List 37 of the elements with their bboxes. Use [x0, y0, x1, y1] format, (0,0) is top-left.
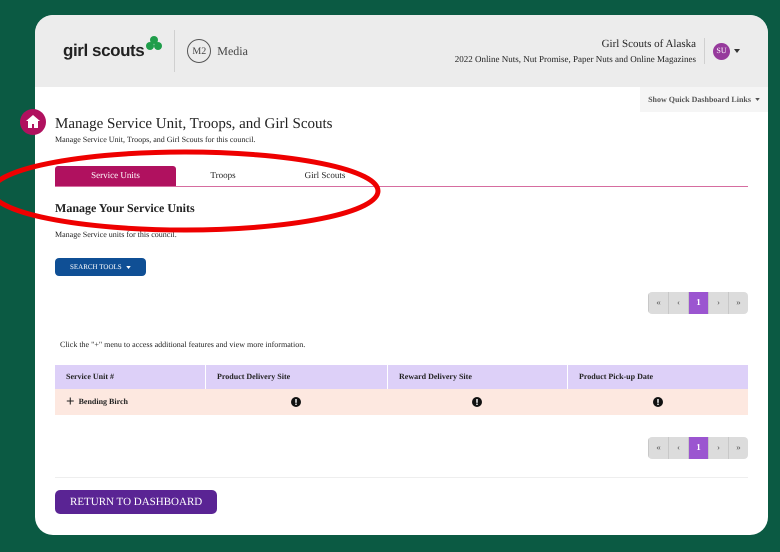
logo: girl scouts: [63, 40, 144, 62]
pager-arrow-button[interactable]: ›: [708, 292, 728, 314]
pager-arrow-button[interactable]: »: [728, 292, 748, 314]
unit-name: Bending Birch: [78, 396, 128, 408]
tab[interactable]: Service Units: [55, 166, 176, 186]
user-avatar: SU: [713, 42, 730, 60]
section-title: Manage Your Service Units: [55, 200, 196, 216]
user-menu[interactable]: SU: [713, 42, 740, 60]
pager-arrow-button[interactable]: »: [728, 437, 748, 459]
page-subtitle: Manage Service Unit, Troops, and Girl Scouts for this council.: [55, 134, 256, 146]
quick-links-button[interactable]: Show Quick Dashboard Links: [640, 87, 768, 112]
hint-text: Click the "+" menu to access additional features and view more information.: [60, 339, 306, 351]
column-header: Product Pick-up Date: [567, 365, 748, 389]
caret-icon: [734, 49, 740, 53]
trefoil-icon: [146, 36, 162, 52]
pager-arrow-button[interactable]: «: [648, 437, 668, 459]
caret-icon: [126, 266, 131, 268]
column-header: Service Unit #: [55, 365, 205, 389]
info-icon[interactable]: [472, 397, 482, 407]
pager-arrow-button[interactable]: «: [648, 292, 668, 314]
campaign-name: 2022 Online Nuts, Nut Promise, Paper Nuts and Online Magazines: [454, 52, 696, 66]
page-title: Manage Service Unit, Troops, and Girl Scouts: [55, 115, 334, 134]
page-button[interactable]: 1: [688, 437, 708, 459]
section-subtitle: Manage Service units for this council.: [55, 230, 178, 240]
pager-arrow-button[interactable]: ›: [708, 437, 728, 459]
home-icon[interactable]: [20, 109, 46, 135]
column-header: Reward Delivery Site: [387, 365, 567, 389]
council-name: Girl Scouts of Alaska: [602, 37, 696, 52]
expand-button[interactable]: +: [66, 394, 75, 410]
caret-icon: [755, 98, 760, 101]
column-header: Product Delivery Site: [205, 365, 387, 389]
m2-logo: M2: [187, 39, 212, 63]
partner-name: Media: [217, 43, 248, 60]
return-to-dashboard-button[interactable]: RETURN TO DASHBOARD: [55, 490, 218, 514]
page-button[interactable]: 1: [688, 292, 708, 314]
info-icon[interactable]: [291, 397, 301, 407]
info-icon[interactable]: [652, 397, 662, 407]
